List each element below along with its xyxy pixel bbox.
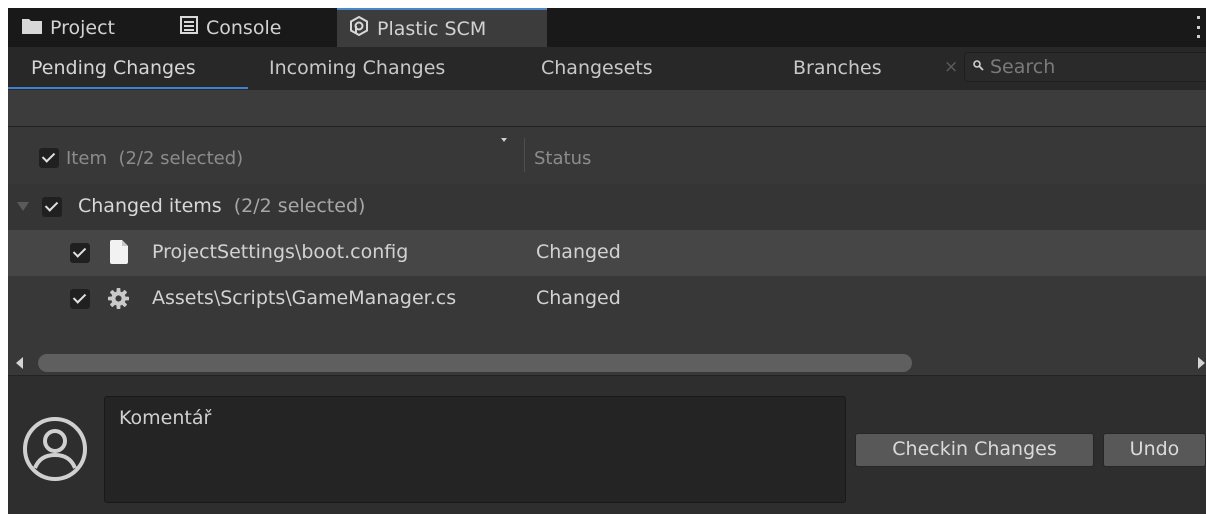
table-row[interactable]: Assets\Scripts\GameManager.cs Changed (8, 276, 1206, 322)
tab-project-label: Project (50, 16, 116, 39)
tab-plastic-scm-label: Plastic SCM (377, 17, 487, 40)
horizontal-scrollbar[interactable] (8, 350, 1206, 375)
folder-icon (22, 17, 42, 39)
collapse-triangle-icon[interactable] (17, 202, 29, 211)
column-status[interactable]: Status (534, 148, 591, 169)
tab-project[interactable]: Project (22, 8, 115, 47)
select-all-checkbox[interactable] (39, 148, 59, 168)
row-status: Changed (536, 241, 621, 263)
row-name: ProjectSettings\boot.config (152, 241, 409, 263)
tab-console[interactable]: Console (180, 8, 281, 47)
more-options-icon[interactable] (1194, 16, 1202, 38)
console-icon (180, 16, 198, 39)
scroll-left-arrow-icon[interactable] (16, 357, 23, 369)
active-tab-indicator (8, 87, 248, 89)
checkin-changes-button[interactable]: Checkin Changes (855, 433, 1094, 467)
search-icon (973, 60, 984, 74)
tab-pending-changes[interactable]: Pending Changes (31, 47, 196, 90)
row-checkbox[interactable] (70, 289, 90, 309)
avatar-icon (22, 416, 88, 482)
tab-changesets[interactable]: Changesets (541, 47, 653, 90)
row-checkbox[interactable] (70, 243, 90, 263)
view-tabs: Pending Changes Incoming Changes Changes… (8, 47, 1206, 90)
row-name: Assets\Scripts\GameManager.cs (152, 287, 457, 309)
plastic-scm-icon (349, 15, 369, 41)
gear-icon (107, 287, 130, 310)
toolbar-strip (8, 90, 1206, 127)
scrollbar-thumb[interactable] (38, 354, 912, 372)
column-header: Item (2/2 selected) Status (8, 128, 1206, 184)
undo-button[interactable]: Undo (1103, 433, 1206, 467)
group-count: (2/2 selected) (233, 195, 366, 217)
table-row[interactable]: ProjectSettings\boot.config Changed (8, 230, 1206, 276)
row-status: Changed (536, 287, 621, 309)
pending-changes-tree: Item (2/2 selected) Status Changed items… (8, 128, 1206, 350)
search-box[interactable] (964, 52, 1206, 82)
group-label: Changed items (2/2 selected) (78, 195, 365, 217)
column-item-label: Item (66, 148, 107, 169)
search-clear-icon[interactable]: × (944, 57, 958, 77)
column-item[interactable]: Item (2/2 selected) (66, 148, 243, 169)
column-item-count: (2/2 selected) (118, 148, 244, 169)
search-input[interactable] (990, 56, 1190, 78)
tab-console-label: Console (206, 16, 282, 39)
plastic-scm-window: Project Console Plastic SCM Pending Chan… (8, 8, 1206, 514)
window-tab-strip: Project Console Plastic SCM (8, 8, 1206, 47)
file-icon (110, 240, 128, 264)
scroll-right-arrow-icon[interactable] (1198, 357, 1205, 369)
sort-arrow-icon[interactable] (501, 138, 507, 142)
tab-branches[interactable]: Branches (793, 47, 882, 90)
group-label-text: Changed items (78, 195, 222, 217)
comment-field[interactable] (104, 396, 846, 503)
checkin-panel: Checkin Changes Undo (8, 375, 1206, 514)
group-row-changed-items[interactable]: Changed items (2/2 selected) (8, 184, 1206, 230)
tab-incoming-changes[interactable]: Incoming Changes (269, 47, 445, 90)
tab-plastic-scm[interactable]: Plastic SCM (337, 8, 547, 47)
column-separator[interactable] (524, 138, 525, 172)
group-checkbox[interactable] (42, 197, 62, 217)
